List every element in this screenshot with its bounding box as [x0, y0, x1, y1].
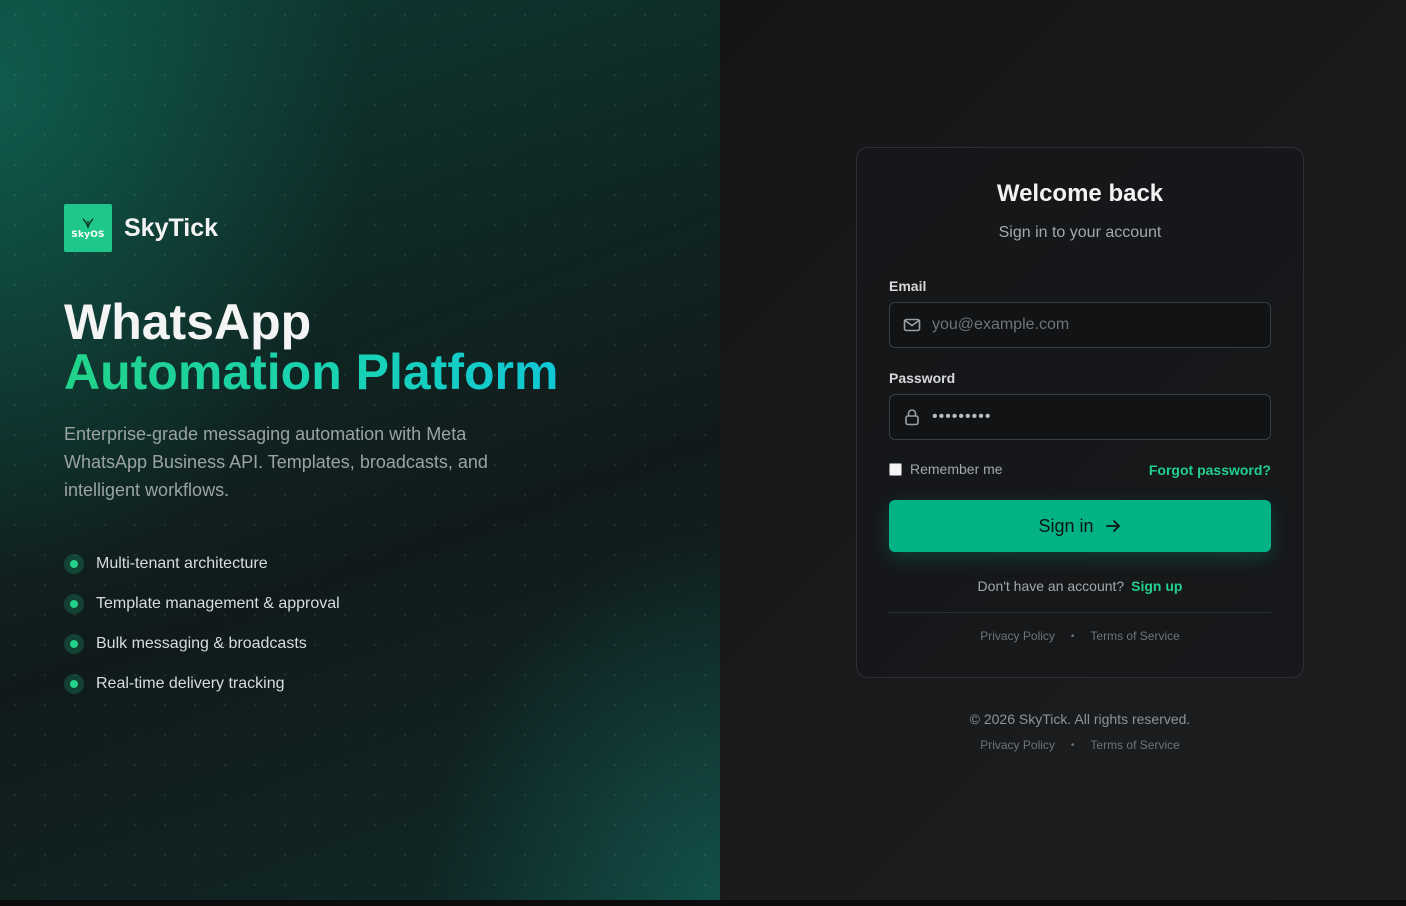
copyright: © 2026 SkyTick. All rights reserved.	[969, 711, 1191, 727]
email-field[interactable]	[932, 316, 1252, 334]
brand-name: SkyTick	[124, 213, 219, 242]
card-divider	[889, 612, 1271, 613]
signup-prompt-text: Don't have an account?	[977, 578, 1125, 594]
separator-dot: •	[1070, 739, 1075, 751]
separator-dot: •	[1070, 630, 1075, 642]
login-subtitle: Sign in to your account	[998, 224, 1162, 241]
sign-in-label: Sign in	[1038, 515, 1094, 536]
headline-line-2: Automation Platform	[64, 344, 559, 400]
footer-privacy-policy-link[interactable]: Privacy Policy	[980, 738, 1055, 752]
brand-logo: SkyOS	[64, 204, 112, 252]
feature-label: Bulk messaging & broadcasts	[96, 635, 307, 652]
headline-line-1: WhatsApp	[64, 294, 312, 350]
brand-logo-text: SkyOS	[71, 229, 105, 240]
bullet-dot-icon	[64, 674, 84, 694]
email-field-wrapper	[889, 302, 1271, 348]
forgot-password-link[interactable]: Forgot password?	[1149, 462, 1271, 478]
feature-item: Multi-tenant architecture	[64, 552, 340, 576]
email-label: Email	[889, 278, 927, 294]
feature-label: Template management & approval	[96, 595, 340, 612]
hero-panel: SkyOS SkyTick WhatsApp Automation Platfo…	[0, 0, 720, 900]
sign-up-link[interactable]: Sign up	[1131, 578, 1182, 594]
feature-label: Multi-tenant architecture	[96, 555, 268, 572]
login-title: Welcome back	[996, 180, 1164, 207]
login-card: Welcome back Sign in to your account Ema…	[856, 147, 1304, 678]
feature-item: Bulk messaging & broadcasts	[64, 632, 340, 656]
footer-legal-links: Privacy Policy • Terms of Service	[856, 738, 1304, 752]
remember-me-checkbox[interactable]	[889, 462, 902, 476]
bullet-dot-icon	[64, 634, 84, 654]
bullet-dot-icon	[64, 554, 84, 574]
feature-list: Multi-tenant architecture Template manag…	[64, 552, 340, 712]
sign-in-button[interactable]: Sign in	[889, 500, 1271, 552]
signup-prompt: Don't have an account? Sign up	[857, 578, 1303, 594]
terms-of-service-link[interactable]: Terms of Service	[1090, 629, 1179, 643]
privacy-policy-link[interactable]: Privacy Policy	[980, 629, 1055, 643]
lock-icon	[905, 409, 919, 426]
footer-terms-of-service-link[interactable]: Terms of Service	[1090, 738, 1179, 752]
arrow-right-icon	[1105, 520, 1120, 532]
leaf-icon	[82, 217, 94, 228]
password-field[interactable]: •••••••••	[889, 394, 1271, 440]
brand: SkyOS SkyTick	[64, 204, 218, 252]
card-legal-links: Privacy Policy • Terms of Service	[857, 629, 1303, 643]
password-label: Password	[889, 370, 956, 386]
bottom-edge	[0, 900, 1406, 906]
remember-me: Remember me	[889, 461, 1003, 477]
login-page: SkyOS SkyTick WhatsApp Automation Platfo…	[0, 0, 1406, 906]
headline: WhatsApp Automation Platform	[64, 294, 559, 400]
remember-me-label[interactable]: Remember me	[910, 461, 1003, 477]
hero-description: Enterprise-grade messaging automation wi…	[64, 424, 488, 500]
mail-icon	[903, 318, 921, 332]
bullet-dot-icon	[64, 594, 84, 614]
feature-label: Real-time delivery tracking	[96, 675, 285, 692]
feature-item: Template management & approval	[64, 592, 340, 616]
feature-item: Real-time delivery tracking	[64, 672, 340, 696]
password-value: •••••••••	[932, 408, 992, 425]
